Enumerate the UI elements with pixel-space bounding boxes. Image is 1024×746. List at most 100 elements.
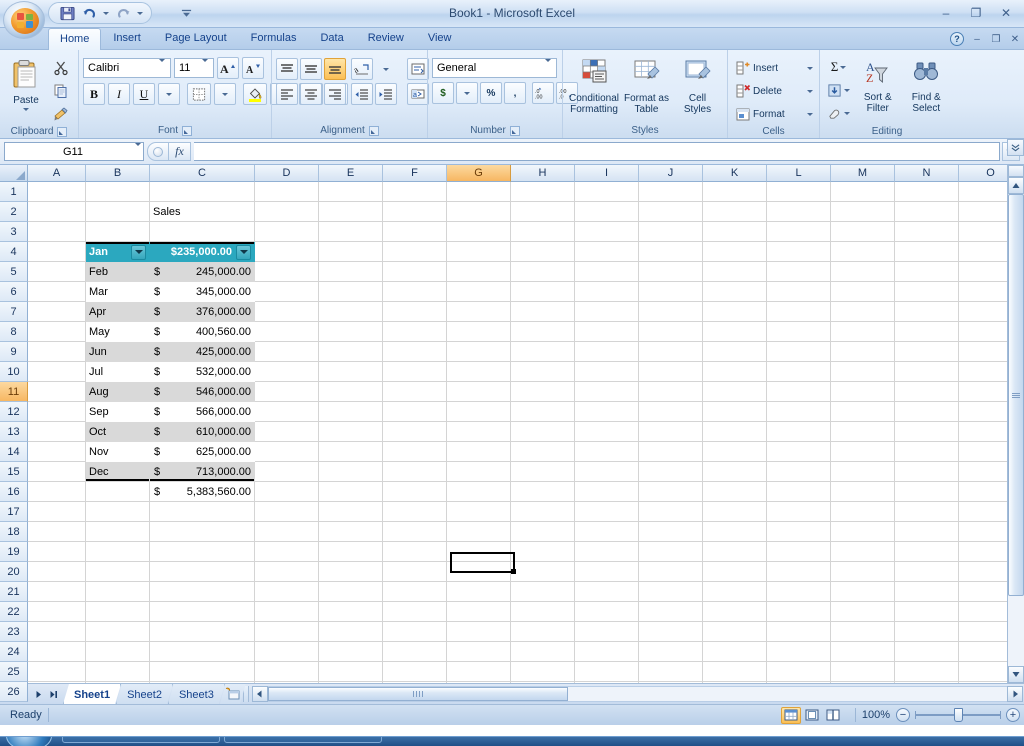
cell-E23[interactable] <box>319 622 383 642</box>
row-header-10[interactable]: 10 <box>0 362 28 382</box>
cell-C16[interactable]: $5,383,560.00 <box>150 482 255 502</box>
row-header-8[interactable]: 8 <box>0 322 28 342</box>
cell-M7[interactable] <box>831 302 895 322</box>
cell-M21[interactable] <box>831 582 895 602</box>
row-header-21[interactable]: 21 <box>0 582 28 602</box>
cell-K19[interactable] <box>703 542 767 562</box>
cell-F12[interactable] <box>383 402 447 422</box>
cell-H9[interactable] <box>511 342 575 362</box>
cell-L21[interactable] <box>767 582 831 602</box>
accounting-dropdown[interactable] <box>456 82 478 104</box>
scroll-down-button[interactable] <box>1008 666 1024 683</box>
row-header-5[interactable]: 5 <box>0 262 28 282</box>
cell-A16[interactable] <box>28 482 86 502</box>
cell-F20[interactable] <box>383 562 447 582</box>
cell-G25[interactable] <box>447 662 511 682</box>
cell-K17[interactable] <box>703 502 767 522</box>
cell-B25[interactable] <box>86 662 150 682</box>
help-button[interactable]: ? <box>947 30 967 48</box>
start-button[interactable] <box>6 736 52 746</box>
delete-cells-button[interactable]: Delete <box>732 80 816 102</box>
cell-F22[interactable] <box>383 602 447 622</box>
cell-A22[interactable] <box>28 602 86 622</box>
cell-A18[interactable] <box>28 522 86 542</box>
cell-J12[interactable] <box>639 402 703 422</box>
tab-view[interactable]: View <box>416 27 464 49</box>
cell-G6[interactable] <box>447 282 511 302</box>
column-header-f[interactable]: F <box>383 165 447 182</box>
cell-E4[interactable] <box>319 242 383 262</box>
cell-D18[interactable] <box>255 522 319 542</box>
cell-G5[interactable] <box>447 262 511 282</box>
cell-J3[interactable] <box>639 222 703 242</box>
align-middle-button[interactable] <box>300 58 322 80</box>
cell-I19[interactable] <box>575 542 639 562</box>
merge-and-center-button[interactable]: a <box>407 83 429 105</box>
cell-G13[interactable] <box>447 422 511 442</box>
cell-H16[interactable] <box>511 482 575 502</box>
cell-N17[interactable] <box>895 502 959 522</box>
cell-C19[interactable] <box>150 542 255 562</box>
paste-dropdown-icon[interactable] <box>23 108 29 111</box>
cell-F25[interactable] <box>383 662 447 682</box>
cancel-formula-button[interactable] <box>147 142 169 161</box>
taskbar-item[interactable] <box>62 736 220 743</box>
cell-G19[interactable] <box>447 542 511 562</box>
cell-J20[interactable] <box>639 562 703 582</box>
row-header-17[interactable]: 17 <box>0 502 28 522</box>
cell-B17[interactable] <box>86 502 150 522</box>
cell-A14[interactable] <box>28 442 86 462</box>
number-format-select[interactable]: General <box>432 58 557 78</box>
workbook-restore-button[interactable]: ❐ <box>987 30 1005 48</box>
clipboard-dialog-launcher[interactable] <box>57 127 67 137</box>
cell-L1[interactable] <box>767 182 831 202</box>
cell-K14[interactable] <box>703 442 767 462</box>
cell-N12[interactable] <box>895 402 959 422</box>
clear-button[interactable] <box>824 102 853 124</box>
cell-I7[interactable] <box>575 302 639 322</box>
row-header-18[interactable]: 18 <box>0 522 28 542</box>
cell-J23[interactable] <box>639 622 703 642</box>
cell-H26[interactable] <box>511 682 575 683</box>
column-header-c[interactable]: C <box>150 165 255 182</box>
cell-L11[interactable] <box>767 382 831 402</box>
cell-K23[interactable] <box>703 622 767 642</box>
cell-H3[interactable] <box>511 222 575 242</box>
cell-G4[interactable] <box>447 242 511 262</box>
increase-decimal-button[interactable]: .0 .00 <box>532 82 554 104</box>
cell-E20[interactable] <box>319 562 383 582</box>
cell-I15[interactable] <box>575 462 639 482</box>
cell-B6[interactable]: Mar <box>86 282 150 302</box>
cell-J24[interactable] <box>639 642 703 662</box>
cell-A13[interactable] <box>28 422 86 442</box>
cell-C23[interactable] <box>150 622 255 642</box>
cell-A21[interactable] <box>28 582 86 602</box>
cell-A25[interactable] <box>28 662 86 682</box>
cell-B18[interactable] <box>86 522 150 542</box>
cell-G11[interactable] <box>447 382 511 402</box>
align-right-button[interactable] <box>324 83 346 105</box>
row-header-7[interactable]: 7 <box>0 302 28 322</box>
cell-H15[interactable] <box>511 462 575 482</box>
cell-M2[interactable] <box>831 202 895 222</box>
normal-view-button[interactable] <box>781 707 801 724</box>
cell-J18[interactable] <box>639 522 703 542</box>
cell-D1[interactable] <box>255 182 319 202</box>
cell-E13[interactable] <box>319 422 383 442</box>
cell-J16[interactable] <box>639 482 703 502</box>
cell-A11[interactable] <box>28 382 86 402</box>
cell-I9[interactable] <box>575 342 639 362</box>
cell-A9[interactable] <box>28 342 86 362</box>
cell-M11[interactable] <box>831 382 895 402</box>
collapse-area-button[interactable] <box>1007 139 1024 156</box>
column-header-h[interactable]: H <box>511 165 575 182</box>
cell-J22[interactable] <box>639 602 703 622</box>
cell-L14[interactable] <box>767 442 831 462</box>
cell-L10[interactable] <box>767 362 831 382</box>
cell-F5[interactable] <box>383 262 447 282</box>
formula-input[interactable] <box>194 142 1000 161</box>
row-header-15[interactable]: 15 <box>0 462 28 482</box>
cell-I3[interactable] <box>575 222 639 242</box>
tab-home[interactable]: Home <box>48 28 101 50</box>
row-header-3[interactable]: 3 <box>0 222 28 242</box>
